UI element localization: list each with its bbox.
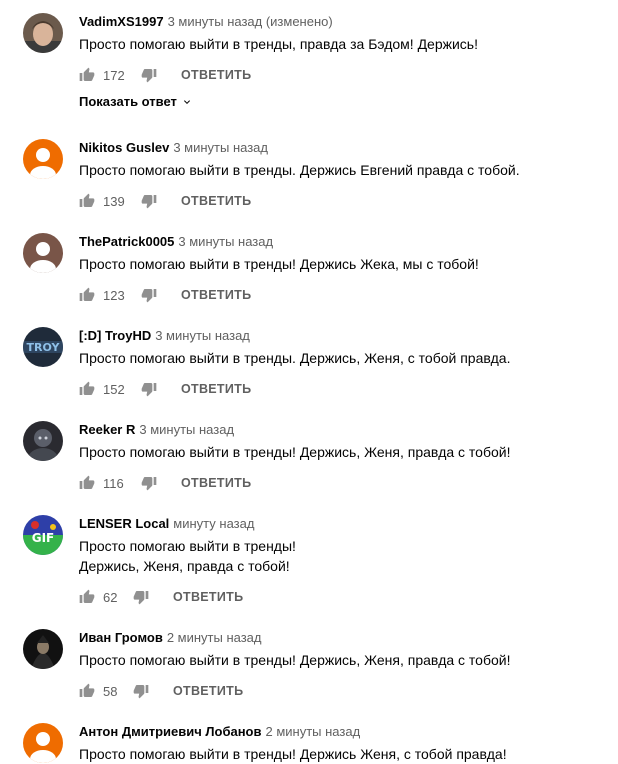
thumbs-down-icon[interactable] bbox=[141, 475, 157, 491]
reply-button[interactable]: ОТВЕТИТЬ bbox=[181, 68, 251, 82]
comment-text: Просто помогаю выйти в тренды! Держись Ж… bbox=[79, 254, 479, 274]
thumbs-down-icon[interactable] bbox=[141, 193, 157, 209]
like-count: 152 bbox=[103, 381, 125, 397]
comment-text: Просто помогаю выйти в тренды. Держись, … bbox=[79, 348, 510, 368]
avatar[interactable]: TROY bbox=[23, 327, 63, 367]
avatar[interactable] bbox=[23, 723, 63, 763]
like-count: 58 bbox=[103, 683, 118, 699]
avatar[interactable] bbox=[23, 13, 63, 53]
comment-time[interactable]: 3 минуты назад (изменено) bbox=[168, 14, 333, 29]
comment-time[interactable]: минуту назад bbox=[173, 516, 254, 531]
thumbs-down-icon[interactable] bbox=[141, 381, 157, 397]
author-name[interactable]: LENSER Local bbox=[79, 516, 169, 531]
show-replies-button[interactable]: Показать ответ bbox=[79, 94, 193, 109]
author-name[interactable]: Антон Дмитриевич Лобанов bbox=[79, 724, 262, 739]
comment-time[interactable]: 2 минуты назад bbox=[167, 630, 262, 645]
avatar[interactable] bbox=[23, 629, 63, 669]
comment-line: Просто помогаю выйти в тренды! bbox=[79, 538, 296, 554]
thumbs-down-icon[interactable] bbox=[133, 589, 149, 605]
svg-text:GIF: GIF bbox=[32, 531, 55, 545]
author-name[interactable]: ThePatrick0005 bbox=[79, 234, 174, 249]
comment-line: Держись, Женя, правда с тобой! bbox=[79, 558, 290, 574]
author-name[interactable]: [:D] TroyHD bbox=[79, 328, 151, 343]
reply-button[interactable]: ОТВЕТИТЬ bbox=[181, 194, 251, 208]
author-name[interactable]: Reeker R bbox=[79, 422, 135, 437]
thumbs-up-icon[interactable] bbox=[79, 287, 95, 303]
comment-line: Просто помогаю выйти в тренды. Держись Е… bbox=[79, 162, 520, 178]
avatar[interactable] bbox=[23, 233, 63, 273]
comment-time[interactable]: 3 минуты назад bbox=[178, 234, 273, 249]
chevron-down-icon bbox=[181, 96, 193, 108]
reply-button[interactable]: ОТВЕТИТЬ bbox=[181, 288, 251, 302]
comment-line: Просто помогаю выйти в тренды. Держись, … bbox=[79, 350, 511, 366]
thumbs-down-icon[interactable] bbox=[141, 67, 157, 83]
author-name[interactable]: Nikitos Guslev bbox=[79, 140, 169, 155]
comment-line: Просто помогаю выйти в тренды! Держись Ж… bbox=[79, 746, 507, 762]
reply-button[interactable]: ОТВЕТИТЬ bbox=[181, 382, 251, 396]
thumbs-up-icon[interactable] bbox=[79, 193, 95, 209]
like-count: 116 bbox=[103, 475, 124, 491]
comment-line: Просто помогаю выйти в тренды! Держись, … bbox=[79, 444, 511, 460]
comment-text: Просто помогаю выйти в тренды, правда за… bbox=[79, 34, 478, 54]
author-name[interactable]: Иван Громов bbox=[79, 630, 163, 645]
author-name[interactable]: VadimXS1997 bbox=[79, 14, 164, 29]
avatar[interactable] bbox=[23, 421, 63, 461]
thumbs-down-icon[interactable] bbox=[141, 287, 157, 303]
like-count: 62 bbox=[103, 589, 118, 605]
comment-text: Просто помогаю выйти в тренды! Держись, … bbox=[79, 442, 510, 462]
thumbs-up-icon[interactable] bbox=[79, 683, 95, 699]
like-count: 123 bbox=[103, 287, 125, 303]
avatar[interactable]: GIF bbox=[23, 515, 63, 555]
thumbs-up-icon[interactable] bbox=[79, 589, 95, 605]
comment-time[interactable]: 2 минуты назад bbox=[266, 724, 361, 739]
comment-text: Просто помогаю выйти в тренды! Держись, … bbox=[79, 536, 296, 576]
thumbs-down-icon[interactable] bbox=[133, 683, 149, 699]
like-count: 139 bbox=[103, 193, 125, 209]
comment-time[interactable]: 3 минуты назад bbox=[155, 328, 250, 343]
avatar[interactable] bbox=[23, 139, 63, 179]
reply-button[interactable]: ОТВЕТИТЬ bbox=[173, 590, 243, 604]
thumbs-up-icon[interactable] bbox=[79, 381, 95, 397]
thumbs-up-icon[interactable] bbox=[79, 475, 95, 491]
svg-text:TROY: TROY bbox=[27, 341, 61, 354]
reply-button[interactable]: ОТВЕТИТЬ bbox=[181, 476, 251, 490]
comment-line: Просто помогаю выйти в тренды! Держись, … bbox=[79, 652, 511, 668]
thumbs-up-icon[interactable] bbox=[79, 67, 95, 83]
like-count: 172 bbox=[103, 67, 125, 83]
comment-text: Просто помогаю выйти в тренды! Держись, … bbox=[79, 650, 510, 670]
comment-text: Просто помогаю выйти в тренды! Держись Ж… bbox=[79, 744, 507, 764]
comment-line: Просто помогаю выйти в тренды! Держись Ж… bbox=[79, 256, 479, 272]
comment-line: Просто помогаю выйти в тренды, правда за… bbox=[79, 36, 478, 52]
comment-time[interactable]: 3 минуты назад bbox=[139, 422, 234, 437]
show-replies-label: Показать ответ bbox=[79, 94, 177, 109]
comment-text: Просто помогаю выйти в тренды. Держись Е… bbox=[79, 160, 520, 180]
comment-time[interactable]: 3 минуты назад bbox=[173, 140, 268, 155]
reply-button[interactable]: ОТВЕТИТЬ bbox=[173, 684, 243, 698]
